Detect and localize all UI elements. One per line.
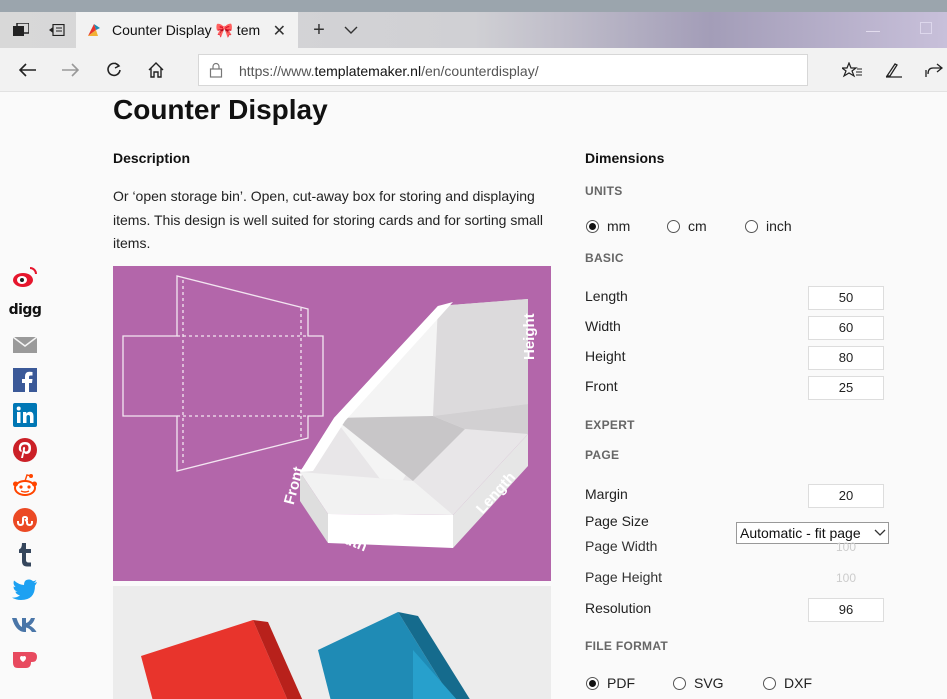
kofi-icon[interactable]: [10, 647, 40, 673]
height-input[interactable]: 80: [808, 346, 884, 370]
unit-cm-label: cm: [688, 218, 707, 234]
digg-icon[interactable]: digg: [9, 297, 42, 323]
url-prefix: https://www.: [239, 63, 315, 79]
page-content: Counter Display Description Or ‘open sto…: [0, 92, 947, 699]
refresh-icon[interactable]: [96, 48, 132, 92]
description-heading: Description: [113, 150, 191, 166]
page-height-input: 100: [835, 571, 857, 585]
radio-svg[interactable]: [673, 676, 686, 690]
height-label: Height: [521, 313, 538, 360]
pinterest-icon[interactable]: [10, 437, 40, 463]
lock-icon: [209, 62, 225, 80]
product-photo: [113, 586, 551, 699]
file-format-label: FILE FORMAT: [585, 639, 669, 653]
minimize-icon[interactable]: —: [866, 22, 886, 38]
twitter-icon[interactable]: [10, 577, 40, 603]
weibo-icon[interactable]: [10, 264, 40, 290]
unit-inch-label: inch: [766, 218, 792, 234]
page-width-label: Page Width: [585, 538, 658, 554]
front-label: Front: [585, 378, 618, 394]
unit-option-inch[interactable]: inch: [745, 218, 792, 234]
radio-cm[interactable]: [667, 219, 680, 233]
box-diagram-illustration: Height Front Width Length: [113, 266, 551, 581]
width-input[interactable]: 60: [808, 316, 884, 340]
linkedin-icon[interactable]: [10, 402, 40, 428]
basic-label: BASIC: [585, 251, 624, 265]
tab-counter-display[interactable]: Counter Display 🎀 tem ✕: [76, 12, 298, 48]
reddit-icon[interactable]: [10, 472, 40, 498]
vk-icon[interactable]: [10, 612, 40, 638]
dimensions-heading: Dimensions: [585, 150, 665, 166]
expert-label[interactable]: EXPERT: [585, 418, 635, 432]
close-tab-icon[interactable]: ✕: [273, 21, 286, 41]
length-label: Length: [585, 288, 628, 304]
url-domain: templatemaker.nl: [314, 63, 422, 79]
stumbleupon-icon[interactable]: [10, 507, 40, 533]
page-section-label: PAGE: [585, 448, 620, 462]
set-aside-tabs-icon[interactable]: [40, 12, 74, 48]
url-path: /en/counterdisplay/: [421, 63, 539, 79]
margin-input[interactable]: 20: [808, 484, 884, 508]
format-option-svg[interactable]: SVG: [673, 675, 724, 691]
unit-option-mm[interactable]: mm: [586, 218, 630, 234]
tumblr-icon[interactable]: [10, 542, 40, 568]
radio-dxf[interactable]: [763, 676, 776, 690]
length-input[interactable]: 50: [808, 286, 884, 310]
resolution-label: Resolution: [585, 600, 652, 616]
format-option-dxf[interactable]: DXF: [763, 675, 812, 691]
url-text[interactable]: https://www.templatemaker.nl/en/counterd…: [239, 63, 539, 79]
tab-title: Counter Display 🎀 tem: [112, 21, 261, 38]
chevron-down-icon[interactable]: [338, 12, 364, 48]
new-tab-icon[interactable]: +: [306, 12, 332, 48]
facebook-icon[interactable]: [10, 367, 40, 393]
radio-pdf[interactable]: [586, 676, 599, 690]
home-icon[interactable]: [138, 48, 174, 92]
maximize-icon[interactable]: [920, 22, 932, 34]
width-label: Width: [585, 318, 621, 334]
tab-bar: Counter Display 🎀 tem ✕ + —: [0, 12, 947, 48]
format-pdf-label: PDF: [607, 675, 635, 691]
navigation-bar: https://www.templatemaker.nl/en/counterd…: [0, 48, 947, 92]
resolution-input[interactable]: 96: [808, 598, 884, 622]
page-width-input: 100: [835, 540, 857, 554]
share-icon[interactable]: [916, 48, 947, 92]
templatemaker-favicon-icon: [86, 22, 102, 38]
height-label: Height: [585, 348, 626, 364]
radio-inch[interactable]: [745, 219, 758, 233]
margin-label: Margin: [585, 486, 628, 502]
page-title: Counter Display: [113, 94, 328, 125]
page-size-label: Page Size: [585, 513, 649, 529]
format-option-pdf[interactable]: PDF: [586, 675, 635, 691]
back-icon[interactable]: [10, 48, 46, 92]
favorites-hub-icon[interactable]: [834, 48, 870, 92]
format-dxf-label: DXF: [784, 675, 812, 691]
browser-window: Counter Display 🎀 tem ✕ + — https://www.…: [0, 12, 947, 699]
units-label: UNITS: [585, 184, 623, 198]
tab-group-icon[interactable]: [4, 12, 38, 48]
description-text: Or ‘open storage bin’. Open, cut-away bo…: [113, 188, 544, 251]
front-input[interactable]: 25: [808, 376, 884, 400]
web-note-icon[interactable]: [876, 48, 912, 92]
radio-mm[interactable]: [586, 219, 599, 233]
email-icon[interactable]: [10, 332, 40, 358]
unit-option-cm[interactable]: cm: [667, 218, 707, 234]
format-svg-label: SVG: [694, 675, 724, 691]
unit-mm-label: mm: [607, 218, 631, 234]
forward-icon[interactable]: [52, 48, 88, 92]
page-height-label: Page Height: [585, 569, 663, 585]
address-bar[interactable]: https://www.templatemaker.nl/en/counterd…: [198, 54, 808, 86]
